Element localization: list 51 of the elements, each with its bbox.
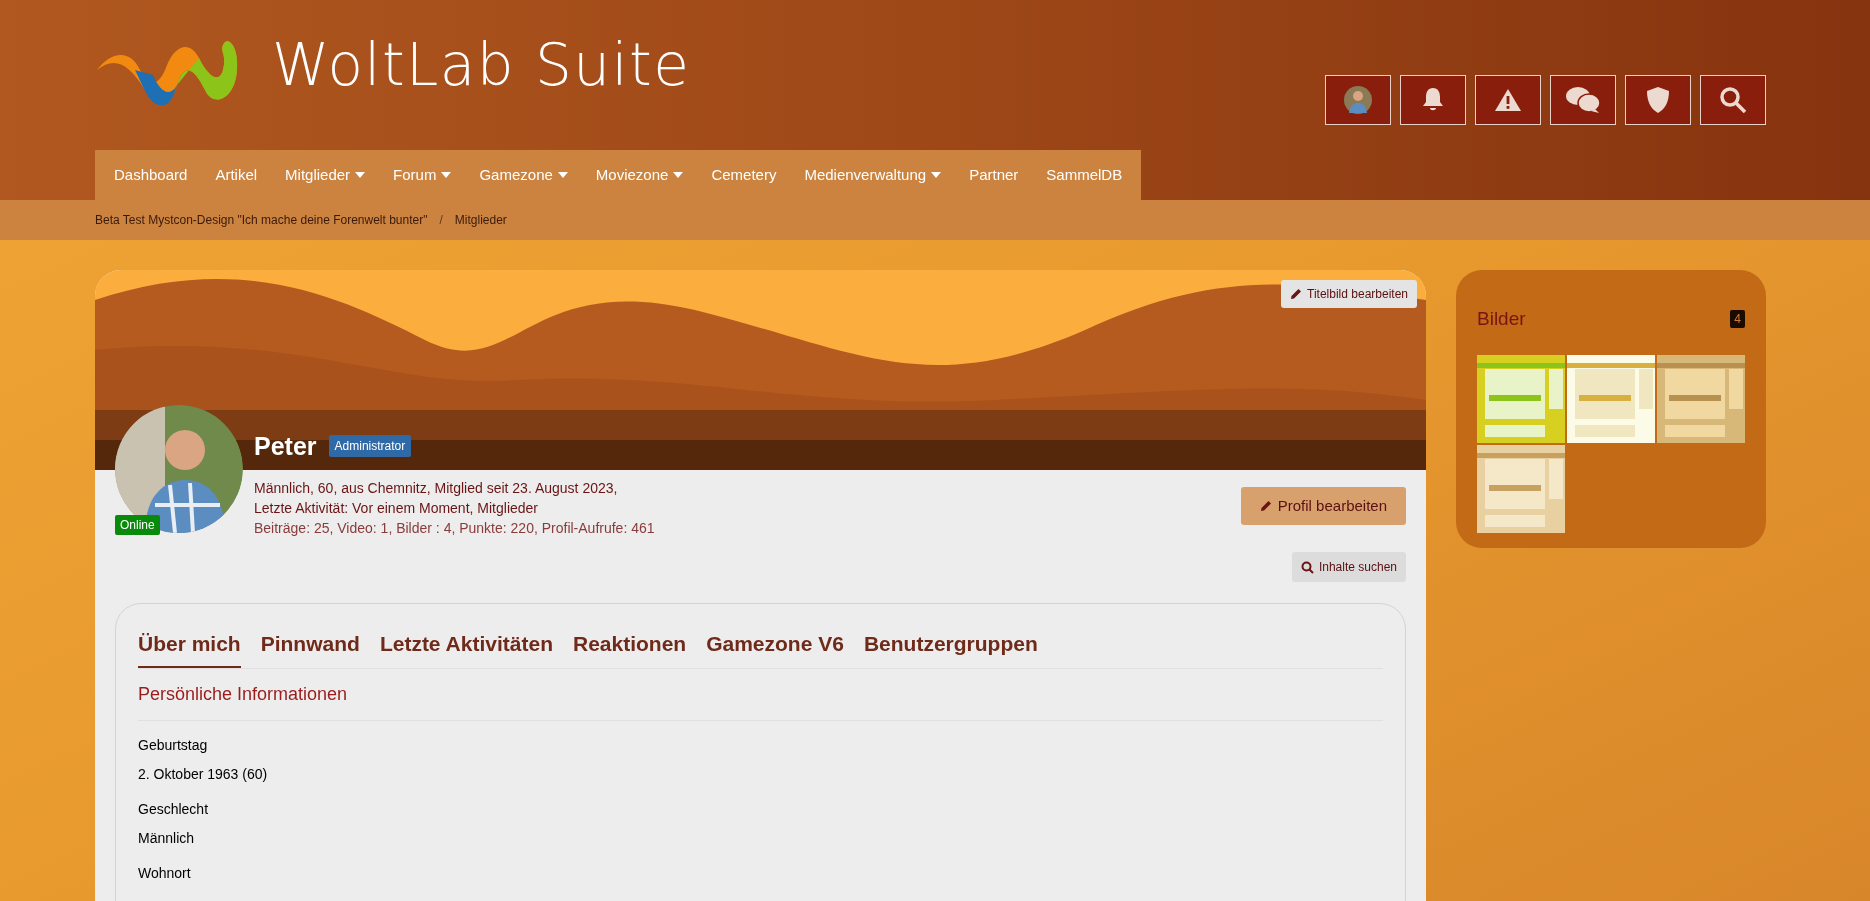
tab[interactable]: Über mich [138,628,241,668]
chat-button[interactable] [1550,75,1616,125]
profile-name: Peter [254,430,317,462]
shield-button[interactable] [1625,75,1691,125]
edit-profile-button[interactable]: Profil bearbeiten [1240,487,1406,525]
field-value: Männlich [138,828,196,848]
site-title: WoltLab Suite [272,36,691,94]
field-label: Wohnort [138,863,192,883]
tab[interactable]: Benutzergruppen [863,628,1038,668]
search-icon [1719,86,1747,114]
nav-item[interactable]: Artikel [201,163,272,187]
online-badge: Online [115,515,160,535]
nav-item[interactable]: Dashboard [100,163,202,187]
nav-item[interactable]: Gamezone [465,163,582,187]
field-value: 2. Oktober 1963 (60) [138,764,269,784]
field-label: Geschlecht [138,799,210,819]
profile-info: Letzte Aktivität: Vor einem Moment, Mitglieder [254,499,539,518]
breadcrumb-separator: / [439,212,443,229]
nav-item[interactable]: SammelDB [1032,163,1137,187]
rank-label: Administrator [328,435,412,458]
bell-icon [1421,87,1445,113]
pencil-icon [1259,500,1272,512]
nav-item[interactable]: Forum [379,163,466,187]
pencil-icon [1290,288,1303,300]
count-badge: 4 [1730,310,1745,329]
bell-button[interactable] [1400,75,1466,125]
nav-item[interactable]: Cemetery [697,163,791,187]
nav-item[interactable]: Moviezone [581,163,698,187]
warning-button[interactable] [1475,75,1541,125]
search-icon [1300,560,1314,574]
nav-item[interactable]: Partner [955,163,1033,187]
tab[interactable]: Pinnwand [260,628,360,668]
edit-cover-button[interactable]: Titelbild bearbeiten [1281,280,1417,308]
field-label: Geburtstag [138,735,209,755]
breadcrumb-link[interactable]: Mitglieder [454,211,507,229]
nav-item[interactable]: Medienverwaltung [790,163,956,187]
tab[interactable]: Letzte Aktivitäten [379,628,553,668]
breadcrumb-link[interactable]: Beta Test Mystcon-Design "Ich mache deine Forenwelt bunter" [95,211,428,229]
search-content-button[interactable]: Inhalte suchen [1291,552,1406,582]
search-button[interactable] [1700,75,1766,125]
tab[interactable]: Reaktionen [572,628,687,668]
profile-stats: Beiträge: 25, Video: 1, Bilder : 4, Punkte: 220, Profil-Aufrufe: 461 [254,519,655,538]
sidebar-heading: Bilder [1477,307,1526,331]
avatar-button[interactable] [1325,75,1391,125]
nav-item[interactable]: Mitglieder [271,163,380,187]
warning-icon [1494,88,1522,112]
tab[interactable]: Gamezone V6 [706,628,844,668]
profile-info: Männlich, 60, aus Chemnitz, Mitglied seit 23. August 2023, [254,479,619,498]
section-heading: Persönliche Informationen [138,668,1383,721]
chat-icon [1565,86,1601,114]
shield-icon [1646,86,1670,114]
